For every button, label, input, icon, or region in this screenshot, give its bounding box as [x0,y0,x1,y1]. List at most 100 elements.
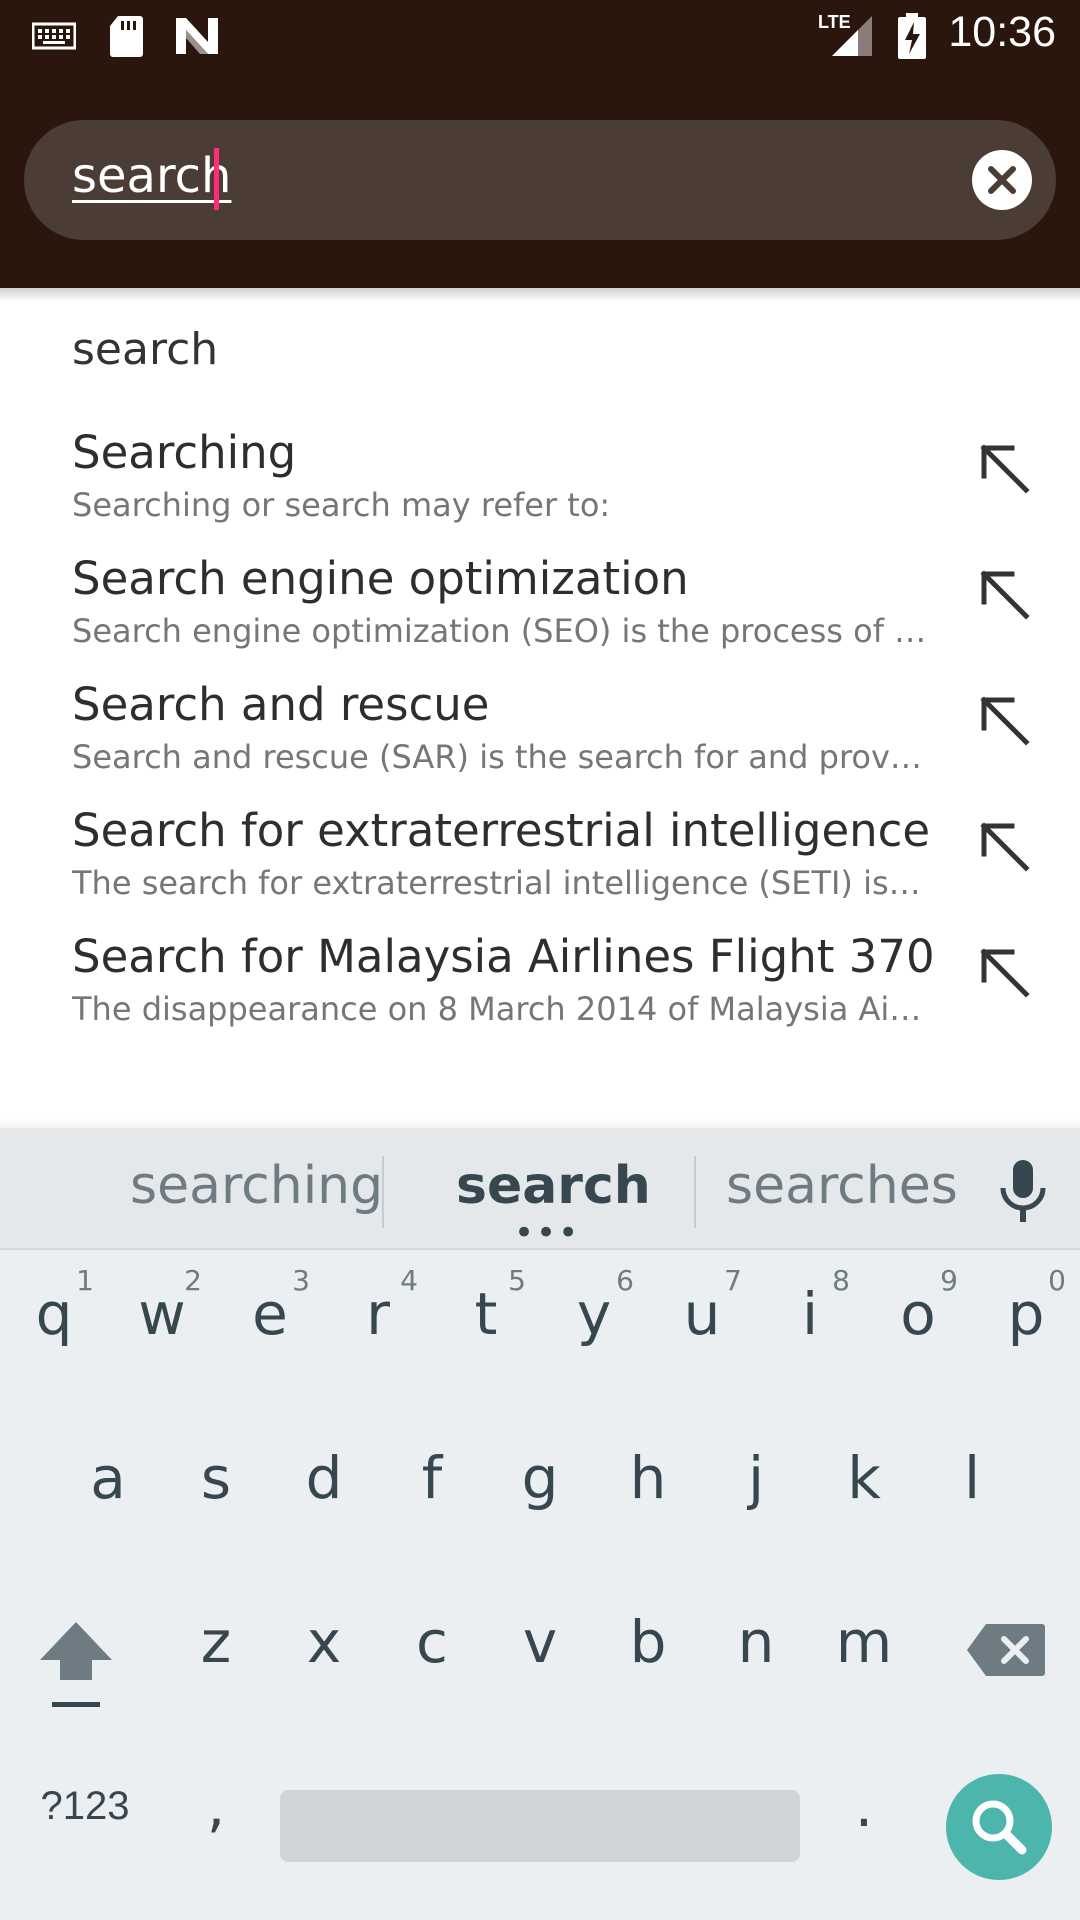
key-b[interactable]: b [594,1588,702,1738]
keyboard-icon [32,22,76,50]
search-box[interactable]: search [24,120,1056,240]
key-f[interactable]: f [378,1424,486,1574]
key-label: d [305,1444,343,1512]
word-suggestion-right[interactable]: searches [726,1156,958,1216]
word-suggestion-left[interactable]: searching [130,1156,383,1216]
key-label: l [963,1444,981,1512]
suggestion-title: Searching [72,426,297,479]
key-label: z [200,1608,232,1676]
key-label: y [576,1280,612,1348]
key-label: u [683,1280,721,1348]
suggestion-item[interactable]: Search and rescue Search and rescue (SAR… [0,678,1080,804]
backspace-icon [967,1624,1045,1676]
suggestion-description: The disappearance on 8 March 2014 of Mal… [72,990,928,1028]
suggestion-title: Search and rescue [72,678,490,731]
key-label: w [138,1280,186,1348]
space-bar[interactable] [280,1790,800,1862]
key-label: i [801,1280,819,1348]
key-j[interactable]: j [702,1424,810,1574]
text-caret [214,148,219,210]
suggestion-description: Search and rescue (SAR) is the search fo… [72,738,928,776]
key-y[interactable]: 6y [540,1250,648,1400]
typed-query-suggestion[interactable]: search [72,324,218,375]
key-c[interactable]: c [378,1588,486,1738]
key-label: o [900,1280,936,1348]
insert-query-arrow-icon[interactable] [976,944,1036,1004]
key-label: h [629,1444,667,1512]
key-t[interactable]: 5t [432,1250,540,1400]
suggestion-item[interactable]: Search engine optimization Search engine… [0,552,1080,678]
insert-query-arrow-icon[interactable] [976,440,1036,500]
key-label: s [200,1444,232,1512]
key-o[interactable]: 9o [864,1250,972,1400]
signal-icon [832,16,872,56]
key-label: x [306,1608,342,1676]
header-shadow [0,288,1080,302]
clear-icon [988,166,1016,194]
key-m[interactable]: m [810,1588,918,1738]
key-label: ?123 [40,1784,130,1828]
key-v[interactable]: v [486,1588,594,1738]
symbols-key[interactable]: ?123 [20,1744,150,1894]
insert-query-arrow-icon[interactable] [976,692,1036,752]
suggestion-strip: searching search ••• searches [0,1128,1080,1250]
key-d[interactable]: d [270,1424,378,1574]
key-s[interactable]: s [162,1424,270,1574]
key-i[interactable]: 8i [756,1250,864,1400]
key-x[interactable]: x [270,1588,378,1738]
period-key[interactable]: . [810,1744,918,1894]
key-p[interactable]: 0p [972,1250,1080,1400]
suggestion-item[interactable]: Searching Searching or search may refer … [0,426,1080,552]
strip-divider [382,1156,384,1228]
key-u[interactable]: 7u [648,1250,756,1400]
backspace-key[interactable] [950,1588,1060,1738]
suggestion-title: Search engine optimization [72,552,689,605]
search-icon [972,1800,1027,1855]
suggestion-description: Searching or search may refer to: [72,486,611,524]
key-label: f [421,1444,443,1512]
key-h[interactable]: h [594,1424,702,1574]
suggestion-item[interactable]: Search for extraterrestrial intelligence… [0,804,1080,930]
key-r[interactable]: 4r [324,1250,432,1400]
insert-query-arrow-icon[interactable] [976,566,1036,626]
suggestion-item[interactable]: Search for Malaysia Airlines Flight 370 … [0,930,1080,1056]
suggestion-title: Search for Malaysia Airlines Flight 370 [72,930,935,983]
status-bar: LTE 10:36 [0,0,1080,72]
key-label: . [854,1772,874,1840]
key-label: t [474,1280,498,1348]
word-suggestion-center[interactable]: search [456,1156,651,1216]
key-label: v [522,1608,558,1676]
microphone-icon[interactable] [998,1160,1048,1226]
key-label: a [90,1444,126,1512]
key-q[interactable]: 1q [0,1250,108,1400]
key-label: g [521,1444,559,1512]
n-logo-icon [176,18,218,54]
key-label: q [35,1280,73,1348]
shift-key[interactable] [20,1588,130,1738]
key-a[interactable]: a [54,1424,162,1574]
more-suggestions-dots[interactable]: ••• [514,1216,580,1250]
search-action-button[interactable] [946,1774,1052,1880]
key-label: r [366,1280,390,1348]
comma-key[interactable]: , [162,1744,270,1894]
battery-charging-icon [898,13,926,59]
key-label: k [847,1444,881,1512]
key-label: , [206,1772,226,1840]
app-header: LTE 10:36 search [0,0,1080,288]
key-l[interactable]: l [918,1424,1026,1574]
suggestion-description: The search for extraterrestrial intellig… [72,864,928,902]
strip-divider [694,1156,696,1228]
key-w[interactable]: 2w [108,1250,216,1400]
search-input[interactable]: search [72,148,231,204]
insert-query-arrow-icon[interactable] [976,818,1036,878]
soft-keyboard: searching search ••• searches 1q 2w 3e 4… [0,1128,1080,1920]
key-z[interactable]: z [162,1588,270,1738]
key-g[interactable]: g [486,1424,594,1574]
key-label: m [835,1608,893,1676]
suggestion-description: Search engine optimization (SEO) is the … [72,612,927,650]
key-n[interactable]: n [702,1588,810,1738]
key-e[interactable]: 3e [216,1250,324,1400]
shift-icon [40,1622,112,1707]
clear-search-button[interactable] [972,150,1032,210]
key-k[interactable]: k [810,1424,918,1574]
